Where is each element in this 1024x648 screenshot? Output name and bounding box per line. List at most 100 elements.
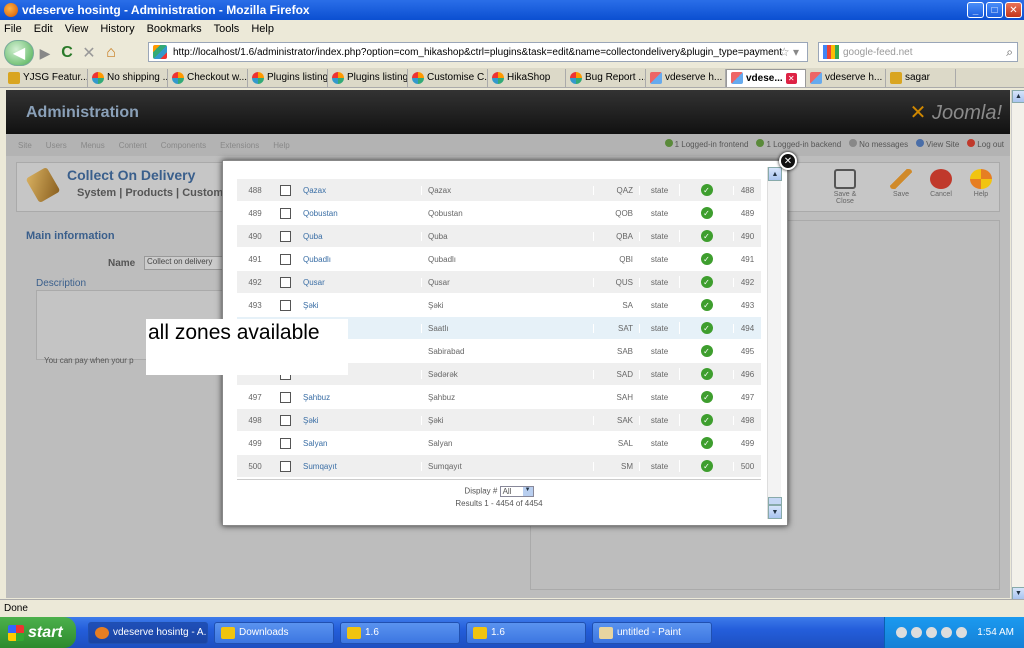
published-check-icon[interactable]: ✓: [700, 276, 713, 288]
zone-name-link[interactable]: Şəki: [297, 301, 421, 310]
menu-file[interactable]: File: [4, 23, 22, 35]
zone-name-link[interactable]: Qubadlı: [297, 255, 421, 264]
zone-checkbox[interactable]: [273, 207, 297, 219]
zone-checkbox[interactable]: [273, 276, 297, 288]
published-check-icon[interactable]: ✓: [700, 253, 713, 265]
admin-menu-help[interactable]: Help: [273, 141, 289, 150]
admin-menu-components[interactable]: Components: [161, 141, 206, 150]
tab-item[interactable]: vdeserve h...: [806, 68, 886, 87]
table-row[interactable]: 488 Qazax Qazax QAZ state ✓ 488: [237, 179, 761, 202]
checkbox-icon[interactable]: [279, 437, 291, 449]
zone-checkbox[interactable]: [273, 414, 297, 426]
published-check-icon[interactable]: ✓: [700, 184, 713, 196]
admin-menu-content[interactable]: Content: [119, 141, 147, 150]
page-scroll-up-icon[interactable]: ▲: [1012, 90, 1024, 103]
published-check-icon[interactable]: ✓: [700, 460, 713, 472]
admin-menu-users[interactable]: Users: [46, 141, 67, 150]
table-row[interactable]: 490 Quba Quba QBA state ✓ 490: [237, 225, 761, 248]
published-check-icon[interactable]: ✓: [700, 437, 713, 449]
published-toggle[interactable]: ✓: [679, 207, 733, 219]
scroll-thumb[interactable]: [768, 497, 782, 505]
published-toggle[interactable]: ✓: [679, 299, 733, 311]
zone-name-link[interactable]: Salyan: [297, 439, 421, 448]
table-row[interactable]: 491 Qubadlı Qubadlı QBI state ✓ 491: [237, 248, 761, 271]
published-check-icon[interactable]: ✓: [700, 391, 713, 403]
tab-item[interactable]: Bug Report ...: [566, 68, 646, 87]
search-bar[interactable]: google-feed.net ⌕: [818, 42, 1018, 62]
zone-name-link[interactable]: Quba: [297, 232, 421, 241]
checkbox-icon[interactable]: [279, 391, 291, 403]
volume-icon[interactable]: [941, 627, 953, 638]
zone-checkbox[interactable]: [273, 391, 297, 403]
maximize-button[interactable]: □: [986, 2, 1003, 18]
taskbar-item[interactable]: Downloads: [214, 621, 334, 644]
checkbox-icon[interactable]: [279, 460, 291, 472]
published-check-icon[interactable]: ✓: [700, 414, 713, 426]
tab-item[interactable]: Plugins listing: [328, 68, 408, 87]
menu-view[interactable]: View: [65, 23, 89, 35]
url-bar[interactable]: http://localhost/1.6/administrator/index…: [148, 42, 808, 62]
published-check-icon[interactable]: ✓: [700, 230, 713, 242]
close-window-button[interactable]: ✕: [1005, 2, 1022, 18]
published-toggle[interactable]: ✓: [679, 184, 733, 196]
scroll-down-icon[interactable]: ▼: [768, 505, 782, 519]
messages-status[interactable]: No messages: [849, 139, 908, 149]
page-scrollbar[interactable]: ▲ ▼: [1011, 90, 1024, 600]
logout-link[interactable]: Log out: [967, 139, 1004, 149]
admin-menu-site[interactable]: Site: [18, 141, 32, 150]
tab-item[interactable]: YJSG Featur...: [4, 68, 88, 87]
tab-item[interactable]: vdeserve h...: [646, 68, 726, 87]
network-icon[interactable]: [956, 627, 968, 638]
tab-item[interactable]: HikaShop: [488, 68, 566, 87]
checkbox-icon[interactable]: [279, 299, 291, 311]
taskbar-item[interactable]: 1.6: [466, 621, 586, 644]
menu-help[interactable]: Help: [251, 23, 274, 35]
published-toggle[interactable]: ✓: [679, 345, 733, 357]
tray-icon[interactable]: [926, 627, 938, 638]
help-button[interactable]: Help: [963, 169, 999, 198]
zone-checkbox[interactable]: [273, 253, 297, 265]
tab-item[interactable]: Plugins listing: [248, 68, 328, 87]
home-icon[interactable]: ⌂: [100, 42, 122, 64]
published-check-icon[interactable]: ✓: [700, 368, 713, 380]
menu-edit[interactable]: Edit: [34, 23, 53, 35]
table-row[interactable]: 499 Salyan Salyan SAL state ✓ 499: [237, 432, 761, 455]
scroll-up-icon[interactable]: ▲: [768, 167, 782, 181]
hikashop-subnav[interactable]: System | Products | Customers: [77, 187, 240, 199]
close-tab-icon[interactable]: ✕: [785, 72, 797, 84]
published-toggle[interactable]: ✓: [679, 368, 733, 380]
zone-checkbox[interactable]: [273, 437, 297, 449]
taskbar-item[interactable]: untitled - Paint: [592, 621, 712, 644]
checkbox-icon[interactable]: [279, 184, 291, 196]
zone-name-link[interactable]: Sumqayıt: [297, 462, 421, 471]
published-check-icon[interactable]: ✓: [700, 207, 713, 219]
published-check-icon[interactable]: ✓: [700, 299, 713, 311]
table-row[interactable]: 489 Qobustan Qobustan QOB state ✓ 489: [237, 202, 761, 225]
cancel-button[interactable]: Cancel: [923, 169, 959, 198]
zone-name-link[interactable]: Şəki: [297, 416, 421, 425]
zone-checkbox[interactable]: [273, 184, 297, 196]
published-check-icon[interactable]: ✓: [700, 322, 713, 334]
menu-history[interactable]: History: [100, 23, 134, 35]
admin-menu-menus[interactable]: Menus: [81, 141, 105, 150]
published-toggle[interactable]: ✓: [679, 322, 733, 334]
search-icon[interactable]: ⌕: [1006, 45, 1013, 60]
tab-item[interactable]: Checkout w...: [168, 68, 248, 87]
zone-name-link[interactable]: Şahbuz: [297, 393, 421, 402]
published-check-icon[interactable]: ✓: [700, 345, 713, 357]
checkbox-icon[interactable]: [279, 276, 291, 288]
taskbar-item[interactable]: vdeserve hosintg - A...: [88, 621, 208, 644]
admin-menu-extensions[interactable]: Extensions: [220, 141, 259, 150]
tray-icon[interactable]: [896, 627, 908, 638]
checkbox-icon[interactable]: [279, 207, 291, 219]
stop-icon[interactable]: ✕: [78, 42, 100, 64]
table-row[interactable]: 497 Şahbuz Şahbuz SAH state ✓ 497: [237, 386, 761, 409]
table-row[interactable]: 500 Sumqayıt Sumqayıt SM state ✓ 500: [237, 455, 761, 478]
checkbox-icon[interactable]: [279, 230, 291, 242]
tab-item[interactable]: No shipping ...: [88, 68, 168, 87]
published-toggle[interactable]: ✓: [679, 391, 733, 403]
menu-tools[interactable]: Tools: [214, 23, 240, 35]
forward-button[interactable]: ▶: [34, 43, 56, 63]
tab-item[interactable]: sagar: [886, 68, 956, 87]
table-row[interactable]: 498 Şəki Şəki SAK state ✓ 498: [237, 409, 761, 432]
